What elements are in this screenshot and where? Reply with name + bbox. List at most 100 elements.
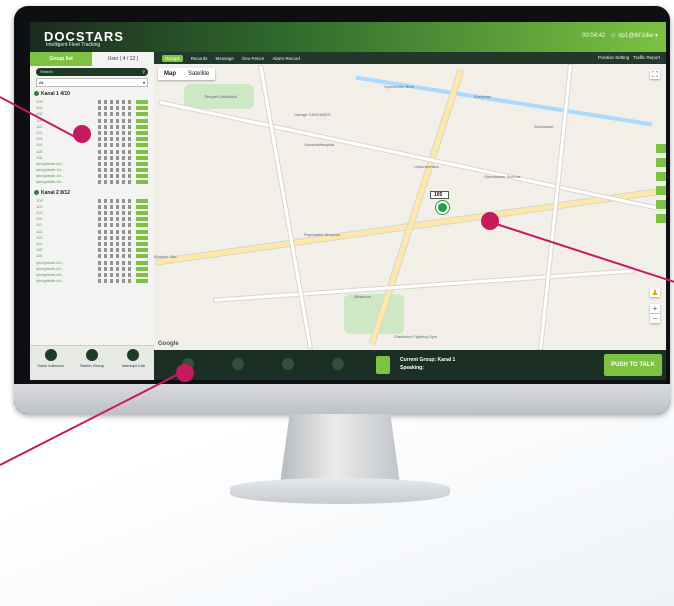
- member-status-icons: [98, 118, 134, 123]
- member-name: 115: [36, 247, 43, 253]
- group-header[interactable]: Kanal 2 8/12: [34, 189, 152, 198]
- member-name: iphrightsite-kit...: [36, 167, 65, 173]
- list-item[interactable]: iphrightsite-kit...: [36, 278, 154, 284]
- pegman-icon[interactable]: ♟: [650, 288, 660, 297]
- speaking-text: Speaking:: [400, 365, 424, 371]
- member-status-icons: [98, 229, 134, 234]
- user-info[interactable]: 00:04:42 ☺ dp1@tkf.bike ▾: [582, 32, 658, 39]
- member-name: 110: [36, 216, 43, 222]
- member-name: 100: [36, 99, 43, 104]
- member-name: iphrightsite-kit...: [36, 160, 65, 166]
- switch-group-button[interactable]: Switch Group: [74, 346, 110, 380]
- map-place-label: Lötschenbach: [414, 164, 439, 169]
- battery-icon: [136, 229, 148, 234]
- battery-icon: [136, 248, 148, 253]
- group-name: Kanal 2: [41, 189, 59, 196]
- toolbar-geo-fence[interactable]: Geo-Fence: [242, 56, 265, 61]
- map-tool-6[interactable]: [656, 214, 666, 223]
- group-header[interactable]: Kanal 1 4/10: [34, 90, 152, 99]
- monitor-stand: [280, 414, 400, 484]
- channel-slot-icon[interactable]: [232, 358, 244, 370]
- battery-icon: [136, 137, 148, 142]
- map-tool-5[interactable]: [656, 200, 666, 209]
- zoom-in-button[interactable]: +: [650, 304, 660, 313]
- map-tool-1[interactable]: [656, 144, 666, 153]
- map-road: [214, 269, 634, 302]
- battery-icon: [136, 260, 148, 265]
- map-place-label: Albanova: [354, 294, 371, 299]
- traffic-report-link[interactable]: Traffic Report: [633, 55, 660, 60]
- group-count: 8/12: [60, 189, 70, 196]
- member-status-icons: [98, 168, 134, 173]
- zoom-out-button[interactable]: −: [650, 314, 660, 323]
- member-name: iphrightsite-kit...: [36, 271, 65, 277]
- member-name: 101: [36, 105, 43, 111]
- battery-icon: [136, 198, 148, 203]
- battery-icon: [136, 106, 148, 111]
- toolbar-records[interactable]: Records: [191, 56, 208, 61]
- battery-icon: [136, 124, 148, 129]
- member-name: 101: [36, 203, 43, 209]
- map-tool-3[interactable]: [656, 172, 666, 181]
- current-group-text: Current Group: Kanal 1: [400, 357, 456, 363]
- member-status-icons: [98, 272, 134, 277]
- map-road: [369, 70, 464, 344]
- map-tool-4[interactable]: [656, 186, 666, 195]
- member-status-icons: [98, 235, 134, 240]
- member-status-icons: [98, 198, 134, 203]
- battery-icon: [136, 279, 148, 284]
- battery-icon: [136, 118, 148, 123]
- tab-group-list[interactable]: Group list: [30, 52, 92, 66]
- map-place-label: Garage CANCARES: [294, 112, 331, 117]
- map-view[interactable]: Tierpark Dählhölzli Sportcenter Bern Garag…: [154, 64, 666, 350]
- channel-slot-icon[interactable]: [332, 358, 344, 370]
- toolbar-alarm-record[interactable]: Alarm Record: [272, 56, 300, 61]
- voice-intercom-button[interactable]: Voice Intercom: [33, 346, 69, 380]
- member-name: 100: [36, 197, 43, 203]
- member-status-icons: [98, 174, 134, 179]
- push-to-talk-button[interactable]: PUSH TO TALK: [604, 354, 662, 376]
- toolbar-message[interactable]: Message: [216, 56, 234, 61]
- channel-slot-icon[interactable]: [282, 358, 294, 370]
- toolbar-groups[interactable]: Groups: [162, 54, 183, 62]
- position-setting-link[interactable]: Position Setting: [598, 55, 629, 60]
- map-place-label: Psychiatrie-Museum: [304, 232, 341, 237]
- vehicle-marker[interactable]: 105: [430, 191, 449, 214]
- battery-icon: [136, 266, 148, 271]
- map-place-label: Universitätsspital: [304, 142, 335, 147]
- member-name: 113: [36, 136, 43, 142]
- member-name: 102: [36, 210, 43, 215]
- user-menu[interactable]: dp1@tkf.bike ▾: [618, 33, 658, 39]
- battery-icon: [136, 272, 148, 277]
- tab-user[interactable]: User ( 4 / 12 ): [92, 52, 154, 66]
- filter-value: All: [39, 80, 44, 85]
- interrupt-call-button[interactable]: Interrupt Call: [115, 346, 151, 380]
- member-status-icons: [98, 279, 134, 284]
- member-status-icons: [98, 254, 134, 259]
- search-icon: ⚲: [142, 69, 145, 74]
- member-status-icons: [98, 149, 134, 154]
- search-input[interactable]: Search ⚲: [36, 68, 148, 76]
- callout-dot-ptt: [176, 364, 194, 382]
- member-name: 116: [36, 154, 43, 160]
- filter-select[interactable]: All ▾: [36, 78, 148, 87]
- map-type-toggle: Map Satellite: [158, 68, 216, 80]
- monitor-base: [230, 478, 450, 504]
- voice-intercom-label: Voice Intercom: [37, 363, 64, 368]
- map-type-satellite[interactable]: Satellite: [182, 68, 215, 80]
- interrupt-icon: [127, 349, 140, 361]
- member-status-icons: [98, 100, 134, 104]
- map-place-label: Sportcenter Bern: [384, 84, 415, 89]
- member-status-icons: [98, 106, 134, 111]
- member-status-icons: [98, 155, 134, 160]
- member-name: 116: [36, 253, 43, 259]
- logo-tagline: Intelligent Fleet Tracking: [46, 42, 101, 48]
- map-type-map[interactable]: Map: [158, 68, 182, 80]
- fullscreen-icon[interactable]: ⛶: [650, 70, 660, 79]
- map-tool-2[interactable]: [656, 158, 666, 167]
- list-item[interactable]: iphrightsite-kit...: [36, 179, 154, 185]
- battery-icon: [136, 100, 148, 104]
- member-status-icons: [98, 260, 134, 265]
- group-icon: [34, 91, 39, 97]
- map-place-label: Gymnasium Schloss: [484, 174, 521, 179]
